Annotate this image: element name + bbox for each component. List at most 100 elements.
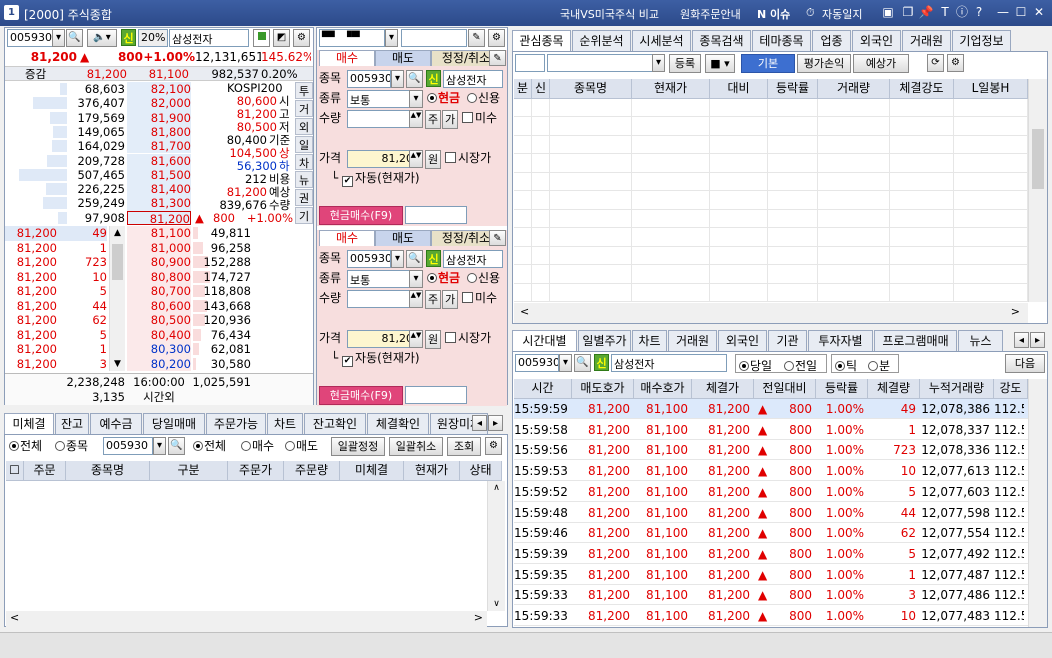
- prev-day-radio[interactable]: 전일: [784, 357, 817, 374]
- watch-row[interactable]: [514, 192, 1028, 210]
- order-tab-0[interactable]: 매수: [319, 230, 375, 246]
- side-tab[interactable]: 기: [295, 207, 313, 224]
- trade-row[interactable]: 15:59:35 81,200 81,100 81,200 ▲ 800 1.00% 1 12,0…: [514, 565, 1028, 585]
- order-tab-0[interactable]: 매수: [319, 50, 375, 66]
- watch-row[interactable]: [514, 247, 1028, 265]
- tab-prev-icon[interactable]: ◂: [472, 415, 487, 431]
- ask-price[interactable]: 82,100: [127, 82, 191, 97]
- unfilled-tab-4[interactable]: 주문가능: [206, 413, 266, 434]
- credit-radio[interactable]: 신용: [467, 88, 500, 108]
- filter-stock-radio[interactable]: 종목: [55, 436, 88, 456]
- search-icon[interactable]: 🔍: [406, 70, 423, 88]
- restore-icon[interactable]: ❐: [900, 5, 916, 20]
- search-icon[interactable]: 🔍: [66, 29, 83, 47]
- view-mode-button[interactable]: ■ ▾: [705, 54, 735, 73]
- scroll-up-icon[interactable]: ▲: [110, 226, 125, 240]
- tab-next-icon[interactable]: ▸: [488, 415, 503, 431]
- auto-journal-link[interactable]: 자동일지: [822, 6, 862, 22]
- unfilled-tab-7[interactable]: 체결확인: [367, 413, 429, 434]
- unfilled-tab-3[interactable]: 당일매매: [143, 413, 205, 434]
- ask-price[interactable]: 81,800: [127, 124, 191, 140]
- trades-tab-4[interactable]: 외국인: [718, 330, 767, 351]
- side-tab[interactable]: 일: [295, 135, 313, 153]
- dropdown-icon[interactable]: ▾: [391, 250, 404, 268]
- minute-radio[interactable]: 분: [868, 357, 890, 374]
- order-stock-name[interactable]: 삼성전자: [443, 70, 503, 88]
- watch-row[interactable]: [514, 173, 1028, 191]
- won-button[interactable]: 원: [425, 150, 441, 169]
- stepper-icon[interactable]: ▲▼: [409, 330, 423, 348]
- trade-row[interactable]: 15:59:48 81,200 81,100 81,200 ▲ 800 1.00% 44 12,…: [514, 503, 1028, 523]
- search-icon[interactable]: 🔍: [168, 437, 185, 455]
- watch-row[interactable]: [514, 284, 1028, 302]
- trade-row[interactable]: 15:59:52 81,200 81,100 81,200 ▲ 800 1.00% 5 12,0…: [514, 482, 1028, 502]
- cash-radio[interactable]: 현금: [427, 268, 460, 288]
- misu-check[interactable]: 미수: [462, 288, 497, 308]
- account-input[interactable]: [401, 29, 467, 47]
- ask-price[interactable]: 81,300: [127, 196, 191, 211]
- dropdown-icon[interactable]: ▾: [409, 90, 423, 108]
- compare-link[interactable]: 국내VS미국주식 비교: [560, 6, 659, 22]
- ask-price[interactable]: 81,400: [127, 182, 191, 197]
- ask-price[interactable]: 82,000: [127, 96, 191, 111]
- trade-row[interactable]: 15:59:39 81,200 81,100 81,200 ▲ 800 1.00% 5 12,0…: [514, 544, 1028, 564]
- expected-button[interactable]: 예상가: [853, 54, 909, 73]
- pin-icon[interactable]: 📌: [918, 5, 934, 20]
- ask-price[interactable]: 81,600: [127, 153, 191, 168]
- side-tab[interactable]: 투: [295, 82, 313, 99]
- trade-stock-name[interactable]: 삼성전자: [611, 354, 727, 372]
- dropdown-icon[interactable]: ▾: [409, 270, 423, 288]
- code-input[interactable]: 005930: [7, 29, 53, 47]
- scroll-down-icon[interactable]: ∨: [488, 597, 505, 611]
- trade-row[interactable]: 15:59:58 81,200 81,100 81,200 ▲ 800 1.00% 1 12,0…: [514, 420, 1028, 440]
- watch-tab-4[interactable]: 테마종목: [752, 30, 811, 51]
- watchlist-hscroll[interactable]: < >: [514, 303, 1028, 323]
- credit-radio[interactable]: 신용: [467, 268, 500, 288]
- trades-tab-3[interactable]: 거래원: [668, 330, 717, 351]
- stepper-icon[interactable]: ▲▼: [409, 110, 423, 128]
- unfilled-tab-5[interactable]: 차트: [267, 413, 303, 434]
- basic-button[interactable]: 기본: [741, 54, 795, 73]
- tick-radio[interactable]: 틱: [835, 357, 857, 374]
- watch-row[interactable]: [514, 155, 1028, 173]
- order-extra-input[interactable]: [405, 206, 467, 224]
- text-icon[interactable]: T: [937, 5, 953, 20]
- order-tab-1[interactable]: 매도: [375, 230, 431, 246]
- auto-price-check[interactable]: └ ✔ 자동(현재가): [331, 168, 420, 188]
- window-icon[interactable]: ◩: [273, 29, 290, 47]
- watch-tab-2[interactable]: 시세분석: [632, 30, 691, 51]
- trades-tab-0[interactable]: 시간대별: [512, 330, 577, 351]
- refresh-icon[interactable]: ⟳: [927, 54, 944, 72]
- tick-scrollbar[interactable]: ▲ ▼: [109, 226, 125, 371]
- trades-tab-2[interactable]: 차트: [632, 330, 667, 351]
- scroll-right-icon[interactable]: >: [1011, 305, 1020, 318]
- bid-price[interactable]: 81,100: [127, 226, 191, 241]
- bid-price[interactable]: 80,400: [127, 327, 191, 342]
- cash-buy-button[interactable]: 현금매수(F9): [319, 386, 403, 405]
- watch-tab-5[interactable]: 업종: [812, 30, 851, 51]
- side-tab[interactable]: 외: [295, 117, 313, 135]
- ga-button[interactable]: 가: [442, 290, 458, 309]
- side-tab[interactable]: 차: [295, 153, 313, 171]
- side-tab[interactable]: 뉴: [295, 171, 313, 189]
- order-code-input[interactable]: 005930: [347, 250, 391, 268]
- won-button[interactable]: 원: [425, 330, 441, 349]
- watchlist-vscroll[interactable]: [1028, 79, 1047, 302]
- watch-row[interactable]: [514, 118, 1028, 136]
- watch-tab-8[interactable]: 기업정보: [952, 30, 1011, 51]
- side-tab[interactable]: 권: [295, 189, 313, 207]
- filter-code-input[interactable]: 005930: [103, 437, 153, 455]
- trades-tab-6[interactable]: 투자자별: [808, 330, 873, 351]
- scroll-thumb[interactable]: [112, 244, 123, 280]
- group-input[interactable]: [515, 54, 545, 72]
- close-icon[interactable]: ✕: [1031, 5, 1047, 20]
- bid-price[interactable]: 80,200: [127, 356, 191, 371]
- help-icon[interactable]: ?: [971, 5, 987, 20]
- bid-price[interactable]: 80,900: [127, 255, 191, 270]
- order-stock-name[interactable]: 삼성전자: [443, 250, 503, 268]
- trades-vscroll[interactable]: [1028, 379, 1047, 627]
- tab-next-icon[interactable]: ▸: [1030, 332, 1045, 348]
- unfilled-tab-2[interactable]: 예수금: [90, 413, 142, 434]
- dropdown-icon[interactable]: ▾: [385, 29, 398, 47]
- filter-all2-radio[interactable]: 전체: [193, 436, 226, 456]
